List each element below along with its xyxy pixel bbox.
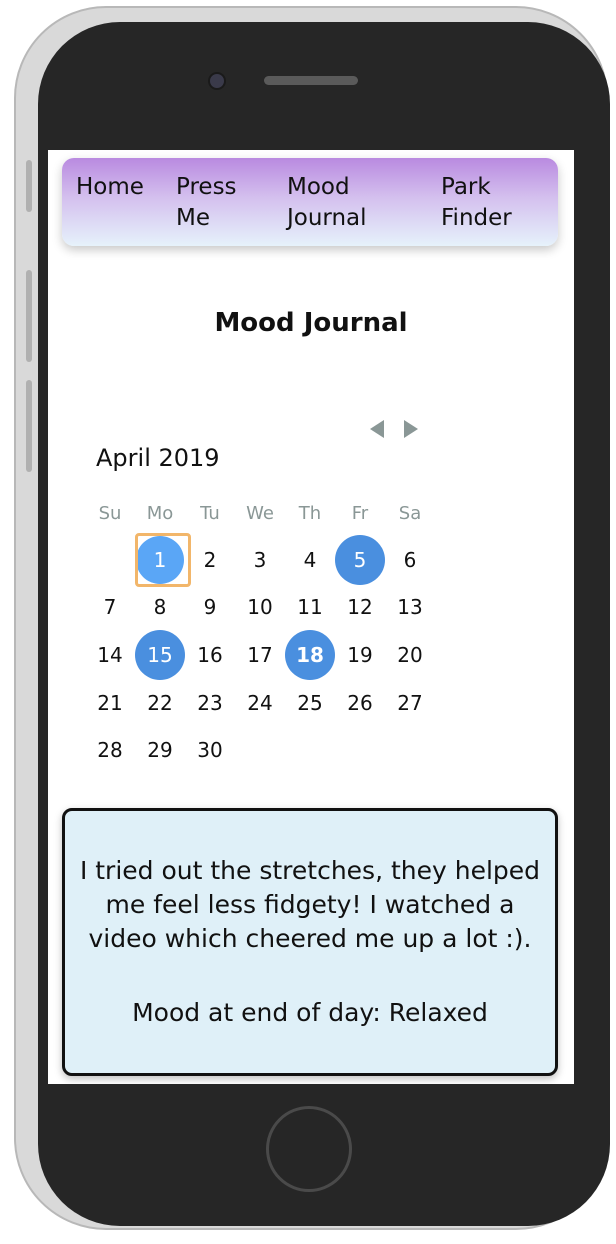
- calendar-day-number: 4: [303, 547, 317, 572]
- calendar-day[interactable]: 13: [385, 584, 435, 632]
- nav-item-mood-journal[interactable]: Mood Journal: [287, 172, 367, 234]
- mute-switch: [26, 160, 32, 212]
- calendar-day[interactable]: 10: [235, 584, 285, 632]
- weekday-label: Tu: [200, 502, 220, 524]
- calendar-day[interactable]: 12: [335, 584, 385, 632]
- nav-item-home[interactable]: Home: [76, 172, 144, 203]
- next-month-arrow-icon[interactable]: [404, 420, 418, 438]
- journal-entry-box: I tried out the stretches, they helped m…: [62, 808, 558, 1076]
- calendar-day-number: 20: [397, 642, 423, 667]
- calendar-day[interactable]: 27: [385, 679, 435, 727]
- calendar-day-number: 16: [197, 642, 223, 667]
- calendar-day[interactable]: 30: [185, 726, 235, 774]
- calendar-day[interactable]: 16: [185, 631, 235, 679]
- calendar-grid: Su Mo Tu We Th Fr Sa 1 2 3 4 5 6 7 8 9 10 11 12 13 14 15 16 17 1…: [85, 490, 435, 774]
- calendar-day[interactable]: 29: [135, 726, 185, 774]
- calendar-day[interactable]: 24: [235, 679, 285, 727]
- calendar-day[interactable]: 28: [85, 726, 135, 774]
- calendar-day[interactable]: 8: [135, 584, 185, 632]
- month-label: April 2019: [96, 444, 220, 472]
- calendar-day[interactable]: 9: [185, 584, 235, 632]
- weekday-header-row: Su Mo Tu We Th Fr Sa: [85, 490, 435, 536]
- prev-month-arrow-icon[interactable]: [370, 420, 384, 438]
- calendar-day-number: 17: [247, 642, 273, 667]
- calendar-day-number: 10: [247, 595, 273, 620]
- calendar-day[interactable]: 17: [235, 631, 285, 679]
- volume-up-button: [26, 270, 32, 362]
- calendar-day[interactable]: 1: [135, 532, 191, 587]
- journal-entry-mood: Mood at end of day: Relaxed: [132, 998, 488, 1027]
- calendar-day-number: 1: [153, 547, 167, 572]
- weekday-label: We: [246, 502, 274, 524]
- calendar-day-number: 11: [297, 595, 323, 620]
- calendar-day[interactable]: 18: [285, 629, 335, 680]
- calendar-day-number: 7: [103, 595, 117, 620]
- calendar-day-number: 14: [97, 642, 123, 667]
- camera-icon: [208, 72, 226, 90]
- weekday-label: Sa: [398, 502, 422, 524]
- weekday-label: Fr: [351, 502, 369, 524]
- calendar-day-number: 21: [97, 690, 123, 715]
- calendar-day[interactable]: 15: [135, 629, 185, 680]
- week-row: 7 8 9 10 11 12 13: [85, 584, 435, 632]
- calendar-day-number: 2: [203, 547, 217, 572]
- calendar-day-number: 27: [397, 690, 423, 715]
- calendar-day-number: 23: [197, 690, 223, 715]
- calendar-day[interactable]: 11: [285, 584, 335, 632]
- calendar-day[interactable]: 20: [385, 631, 435, 679]
- calendar-day-number: 8: [153, 595, 167, 620]
- calendar-day-number: 6: [403, 547, 417, 572]
- calendar-day-number: 5: [353, 547, 367, 572]
- calendar-day-number: 22: [147, 690, 173, 715]
- nav-bar: Home Press Me Mood Journal Park Finder: [62, 158, 558, 246]
- calendar-day-number: 28: [97, 738, 123, 763]
- calendar-empty-cell: [385, 726, 435, 774]
- calendar-day[interactable]: 3: [235, 536, 285, 584]
- calendar-day-number: 19: [347, 642, 373, 667]
- calendar-day-number: 13: [397, 595, 423, 620]
- calendar-day-number: 24: [247, 690, 273, 715]
- calendar-day-number: 15: [147, 642, 173, 667]
- nav-item-press-me[interactable]: Press Me: [176, 172, 237, 234]
- calendar-day[interactable]: 19: [335, 631, 385, 679]
- nav-item-park-finder[interactable]: Park Finder: [441, 172, 512, 234]
- page-title: Mood Journal: [214, 308, 408, 338]
- app-screen: Home Press Me Mood Journal Park Finder M…: [48, 150, 574, 1084]
- calendar-day-number: 29: [147, 738, 173, 763]
- calendar-day[interactable]: 26: [335, 679, 385, 727]
- calendar-day[interactable]: 5: [335, 534, 385, 585]
- calendar-empty-cell: [335, 726, 385, 774]
- week-row: 21 22 23 24 25 26 27: [85, 679, 435, 727]
- calendar-day-number: 25: [297, 690, 323, 715]
- calendar-empty-cell: [235, 726, 285, 774]
- calendar-day[interactable]: 21: [85, 679, 135, 727]
- week-row: 1 2 3 4 5 6: [85, 532, 435, 587]
- home-button[interactable]: [266, 1106, 352, 1192]
- weekday-label: Su: [98, 502, 122, 524]
- calendar-empty-cell: [85, 536, 135, 584]
- calendar-day[interactable]: 25: [285, 679, 335, 727]
- journal-entry-text: I tried out the stretches, they helped m…: [79, 856, 541, 953]
- calendar-day-number: 18: [296, 642, 324, 667]
- volume-down-button: [26, 380, 32, 472]
- calendar-day[interactable]: 2: [185, 536, 235, 584]
- calendar-day[interactable]: 7: [85, 584, 135, 632]
- calendar-day[interactable]: 14: [85, 631, 135, 679]
- week-row: 14 15 16 17 18 19 20: [85, 629, 435, 680]
- calendar-empty-cell: [285, 726, 335, 774]
- speaker-grille: [264, 76, 358, 85]
- calendar-day[interactable]: 6: [385, 536, 435, 584]
- calendar-day-number: 12: [347, 595, 373, 620]
- calendar-day[interactable]: 23: [185, 679, 235, 727]
- calendar-day-number: 26: [347, 690, 373, 715]
- calendar-day-number: 30: [197, 738, 223, 763]
- calendar-day[interactable]: 4: [285, 536, 335, 584]
- calendar-day-number: 3: [253, 547, 267, 572]
- weekday-label: Mo: [146, 502, 174, 524]
- week-row: 28 29 30: [85, 726, 435, 774]
- weekday-label: Th: [298, 502, 322, 524]
- calendar-day-number: 9: [203, 595, 217, 620]
- calendar-day[interactable]: 22: [135, 679, 185, 727]
